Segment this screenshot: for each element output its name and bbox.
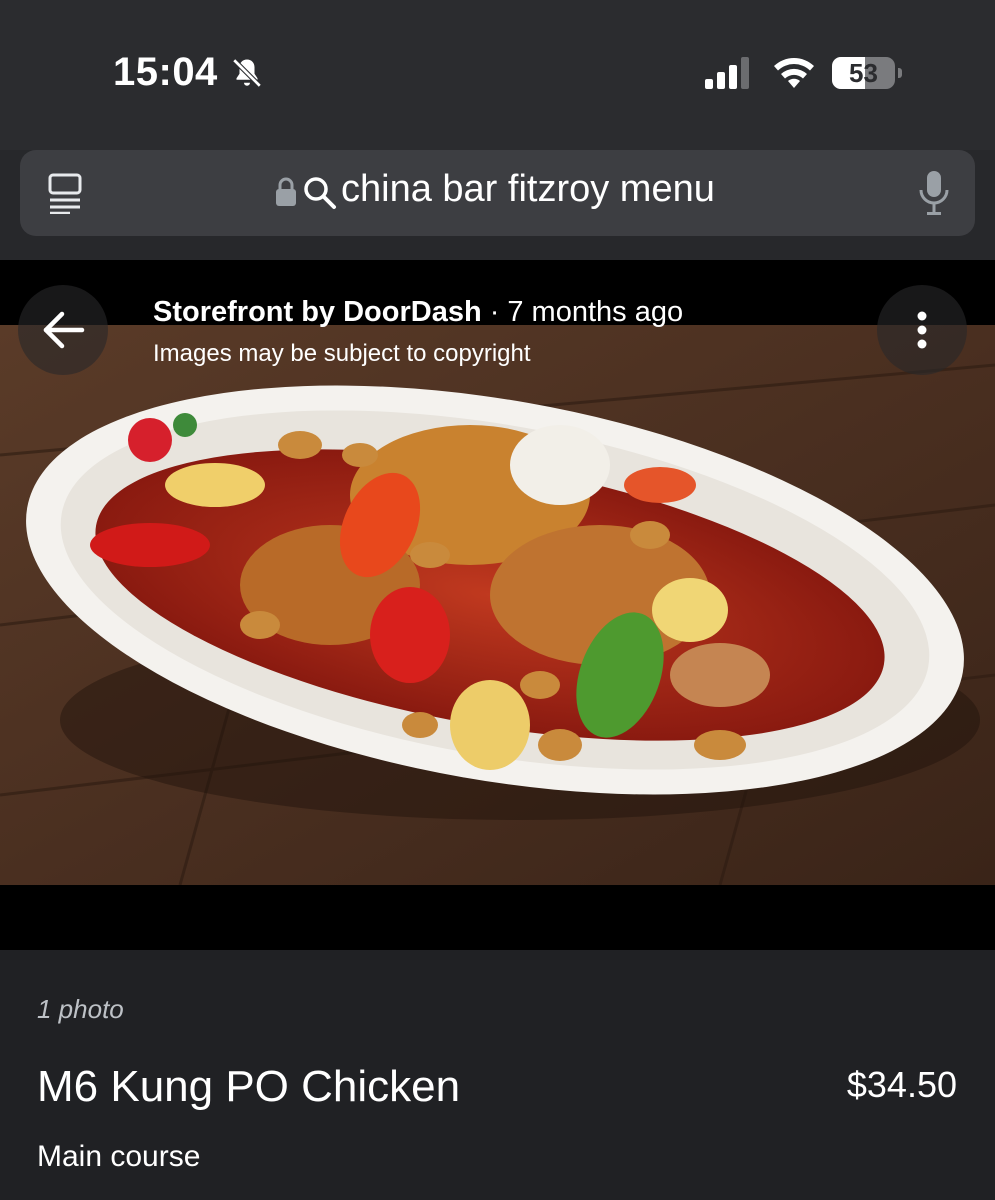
item-name: M6 Kung PO Chicken xyxy=(37,1062,461,1111)
search-icon xyxy=(304,177,336,209)
screen: 15:04 53 china bar fitzroy menu Storefro… xyxy=(0,0,995,1200)
item-price: $34.50 xyxy=(846,1064,957,1105)
more-options-button[interactable] xyxy=(877,285,967,375)
image-source[interactable]: Storefront by DoorDash · 7 months ago xyxy=(153,296,683,329)
microphone-icon[interactable] xyxy=(918,170,950,216)
lock-icon xyxy=(276,177,296,206)
source-name: Storefront by DoorDash xyxy=(153,296,482,328)
food-photo[interactable] xyxy=(0,325,995,885)
signal-icon xyxy=(705,57,749,89)
battery-level: 53 xyxy=(849,58,878,88)
source-age: 7 months ago xyxy=(507,296,684,328)
bell-off-icon xyxy=(232,58,262,88)
copyright-notice: Images may be subject to copyright xyxy=(153,340,531,367)
back-arrow-icon xyxy=(43,311,85,349)
item-category: Main course xyxy=(37,1140,201,1173)
more-vert-icon xyxy=(917,311,927,349)
battery-icon: 53 xyxy=(832,57,902,89)
wifi-icon xyxy=(774,58,814,88)
source-separator: · xyxy=(489,296,500,328)
reader-mode-icon[interactable] xyxy=(46,172,84,214)
search-query[interactable]: china bar fitzroy menu xyxy=(341,168,715,211)
photo-count: 1 photo xyxy=(37,994,124,1024)
status-time: 15:04 xyxy=(113,50,218,94)
back-button[interactable] xyxy=(18,285,108,375)
